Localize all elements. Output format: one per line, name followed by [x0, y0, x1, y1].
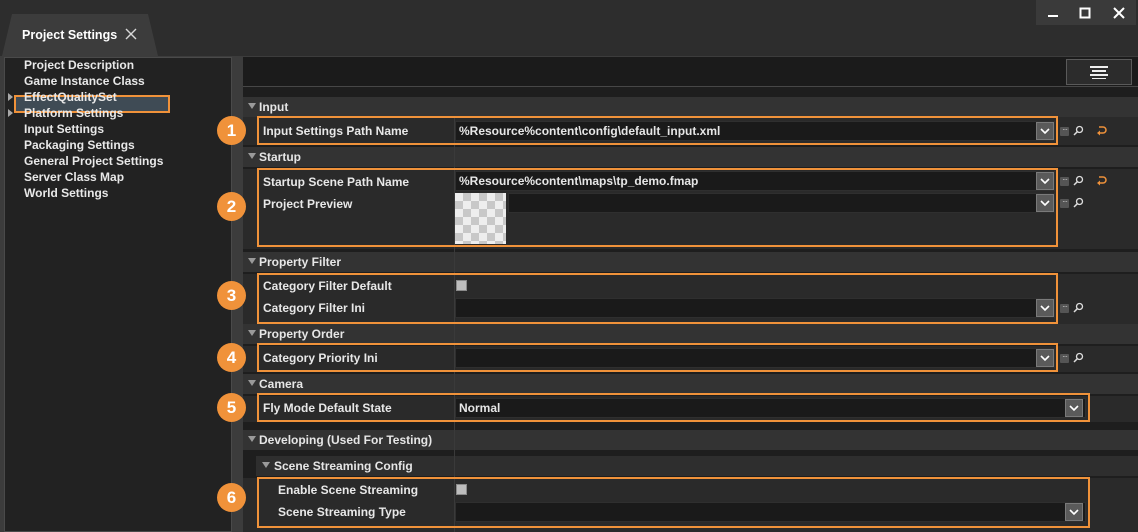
search-icon[interactable]: [1073, 302, 1084, 313]
maximize-icon: [1079, 7, 1091, 18]
sidebar-item-world-settings[interactable]: World Settings: [24, 186, 108, 200]
section-title: Property Filter: [259, 255, 342, 269]
highlight-box-4: [257, 343, 1058, 372]
sidebar-item-packaging-settings[interactable]: Packaging Settings: [24, 138, 135, 152]
section-property-order[interactable]: Property Order: [243, 324, 1138, 344]
subsection-scene-streaming-config[interactable]: Scene Streaming Config: [256, 456, 1138, 476]
section-title: Input: [259, 100, 289, 114]
browse-dots-icon[interactable]: ···: [1060, 126, 1069, 136]
minimize-icon: [1048, 14, 1058, 17]
sidebar-item-input-settings[interactable]: Input Settings: [24, 122, 104, 136]
maximize-button[interactable]: [1068, 0, 1102, 25]
browse-dots-icon[interactable]: ···: [1060, 303, 1069, 313]
highlight-box-1: [257, 116, 1058, 145]
details-toolbar: [243, 57, 1138, 87]
highlight-box-5: [257, 393, 1090, 422]
sidebar-item-game-instance-class[interactable]: Game Instance Class: [24, 74, 145, 88]
expand-arrow-icon[interactable]: [8, 109, 13, 117]
collapse-triangle-icon: [248, 153, 256, 159]
callout-badge-4: 4: [217, 343, 246, 372]
search-icon[interactable]: [1073, 175, 1084, 186]
section-developing[interactable]: Developing (Used For Testing): [243, 430, 1138, 450]
sidebar-item-general-project-settings[interactable]: General Project Settings: [24, 154, 163, 168]
reset-to-default-icon[interactable]: [1096, 175, 1107, 186]
expand-arrow-icon[interactable]: [8, 93, 13, 101]
search-icon[interactable]: [1073, 197, 1084, 208]
tab-title: Project Settings: [22, 28, 118, 42]
collapse-triangle-icon: [248, 380, 256, 386]
callout-badge-5: 5: [217, 393, 246, 422]
collapse-triangle-icon: [248, 258, 256, 264]
browse-dots-icon[interactable]: ···: [1060, 353, 1069, 363]
close-icon: [1113, 6, 1125, 19]
sidebar-item-platform-settings[interactable]: Platform Settings: [24, 106, 123, 120]
section-startup[interactable]: Startup: [243, 147, 1138, 167]
sidebar-item-server-class-map[interactable]: Server Class Map: [24, 170, 124, 184]
section-title: Camera: [259, 377, 304, 391]
browse-dots-icon[interactable]: ···: [1060, 198, 1069, 208]
callout-badge-1: 1: [217, 116, 246, 145]
highlight-box-6: [257, 477, 1090, 528]
collapse-triangle-icon: [248, 103, 256, 109]
search-icon[interactable]: [1073, 125, 1084, 136]
sidebar-item-effect-quality-set[interactable]: EffectQualitySet: [24, 90, 117, 104]
search-icon[interactable]: [1073, 352, 1084, 363]
collapse-triangle-icon: [248, 436, 256, 442]
browse-dots-icon[interactable]: ···: [1060, 176, 1069, 186]
menu-icon: [1090, 66, 1108, 79]
callout-badge-3: 3: [217, 281, 246, 310]
tab-close-icon[interactable]: [124, 27, 138, 41]
section-title: Developing (Used For Testing): [259, 433, 433, 447]
subsection-title: Scene Streaming Config: [274, 459, 413, 473]
callout-badge-6: 6: [217, 483, 246, 512]
section-title: Property Order: [259, 327, 345, 341]
callout-badge-2: 2: [217, 192, 246, 221]
reset-to-default-icon[interactable]: [1096, 125, 1107, 136]
close-window-button[interactable]: [1102, 0, 1136, 25]
title-bar: [0, 0, 1138, 56]
menu-button[interactable]: [1066, 59, 1132, 85]
minimize-button[interactable]: [1036, 0, 1070, 25]
highlight-box-3: [257, 273, 1058, 324]
section-camera[interactable]: Camera: [243, 374, 1138, 394]
highlight-box-2: [257, 168, 1058, 247]
collapse-triangle-icon: [248, 330, 256, 336]
collapse-triangle-icon: [262, 462, 270, 468]
sidebar-item-project-description[interactable]: Project Description: [24, 58, 134, 72]
section-input[interactable]: Input: [243, 97, 1138, 117]
section-property-filter[interactable]: Property Filter: [243, 252, 1138, 272]
section-title: Startup: [259, 150, 301, 164]
